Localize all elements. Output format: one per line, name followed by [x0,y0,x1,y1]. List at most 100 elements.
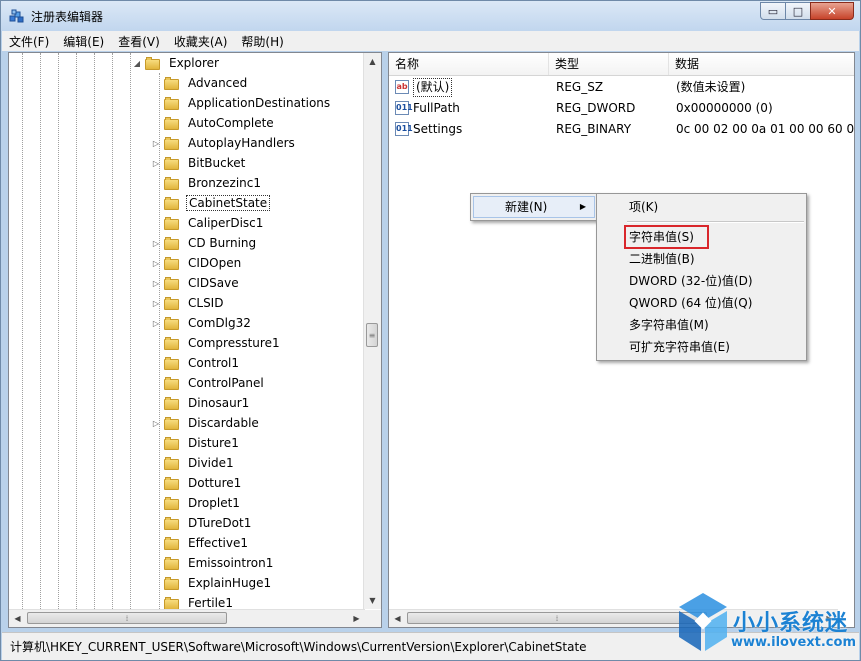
expand-arrow-icon[interactable]: ▷ [152,239,160,248]
menu-view[interactable]: 查看(V) [111,31,167,51]
regedit-app-icon [9,9,24,23]
tree-item[interactable]: Divide1 [152,453,236,473]
scroll-left-arrow-icon[interactable]: ◀ [9,610,26,627]
status-path: 计算机\HKEY_CURRENT_USER\Software\Microsoft… [10,640,587,654]
tree-item[interactable]: Effective1 [152,533,250,553]
menu-help[interactable]: 帮助(H) [234,31,290,51]
tree-item[interactable]: ▷ CD Burning [152,233,258,253]
folder-icon [164,176,180,190]
value-type: REG_SZ [556,80,604,94]
context-menu-new[interactable]: 新建(N) ▶ [473,196,595,218]
value-row-default[interactable]: ab (默认) REG_SZ (数值未设置) [389,77,854,98]
tree-item-label: Dinosaur1 [188,396,250,410]
tree-item-label: ComDlg32 [188,316,251,330]
scroll-right-arrow-icon[interactable]: ▶ [348,610,365,627]
tree-item[interactable]: Compressture1 [152,333,282,353]
tree-item[interactable]: ▷ CIDSave [152,273,241,293]
value-data: (数值未设置) [676,80,746,94]
menu-favorites[interactable]: 收藏夹(A) [167,31,235,51]
tree-item-label: Disture1 [188,436,239,450]
collapse-arrow-icon[interactable]: ◢ [133,59,141,68]
folder-icon [164,516,180,530]
title-bar[interactable]: 注册表编辑器 ▭ □ ✕ [1,1,860,31]
tree-item[interactable]: AutoComplete [152,113,276,133]
column-header-type[interactable]: 类型 [549,53,669,75]
column-header-name[interactable]: 名称 [389,53,549,75]
column-header-data[interactable]: 数据 [669,53,854,75]
scroll-thumb[interactable]: ⁞ [27,612,227,624]
folder-icon [164,136,180,150]
submenu-item-dword-value[interactable]: DWORD (32-位)值(D) [629,270,753,292]
value-row-fullpath[interactable]: 011 FullPath REG_DWORD 0x00000000 (0) [389,98,854,119]
tree-item[interactable]: CabinetState [152,193,271,213]
tree-item[interactable]: Disture1 [152,433,241,453]
value-name: (默认) [413,78,453,97]
expand-arrow-icon[interactable]: ▷ [152,299,160,308]
scroll-up-arrow-icon[interactable]: ▲ [364,53,381,70]
tree-item[interactable]: ▷ CIDOpen [152,253,243,273]
tree-item[interactable]: Droplet1 [152,493,242,513]
tree-item[interactable]: ExplainHuge1 [152,573,273,593]
folder-icon [164,196,180,210]
maximize-button[interactable]: □ [785,2,811,20]
folder-icon [164,556,180,570]
expand-arrow-icon[interactable]: ▷ [152,139,160,148]
scroll-left-arrow-icon[interactable]: ◀ [389,610,406,627]
tree-item[interactable]: ControlPanel [152,373,266,393]
key-tree-pane[interactable]: ◢ Explorer Advanced ApplicationDestinatio… [8,52,382,628]
tree-horizontal-scrollbar[interactable]: ◀ ⁞ ▶ [9,609,365,627]
menu-file[interactable]: 文件(F) [2,31,56,51]
tree-item[interactable]: ▷ Discardable [152,413,261,433]
tree-guide-line [130,53,131,609]
tree-item-label: Bronzezinc1 [188,176,262,190]
folder-icon [164,336,180,350]
tree-item[interactable]: Advanced [152,73,249,93]
tree-item-label: Droplet1 [188,496,240,510]
expand-arrow-icon[interactable]: ▷ [152,259,160,268]
tree-item[interactable]: ApplicationDestinations [152,93,332,113]
submenu-item-expandable-string-value[interactable]: 可扩充字符串值(E) [629,336,730,358]
maximize-icon: □ [792,4,804,18]
submenu-item-qword-value[interactable]: QWORD (64 位)值(Q) [629,292,752,314]
minimize-button[interactable]: ▭ [760,2,786,20]
tree-item[interactable]: Bronzezinc1 [152,173,263,193]
tree-item-label: Compressture1 [188,336,280,350]
tree-item[interactable]: ▷ CLSID [152,293,225,313]
new-submenu: 项(K) 字符串值(S) 二进制值(B) DWORD (32-位)值(D) QW… [596,193,807,361]
folder-icon [164,436,180,450]
tree-item[interactable]: Dotture1 [152,473,243,493]
expand-arrow-icon[interactable]: ▷ [152,159,160,168]
value-data: 0x00000000 (0) [676,101,773,115]
expand-arrow-icon[interactable]: ▷ [152,419,160,428]
tree-guide-line [112,53,113,609]
tree-item-label: Dotture1 [188,476,242,490]
tree-vertical-scrollbar[interactable]: ▲ ≡ ▼ [363,53,381,609]
list-header: 名称 类型 数据 [389,53,854,76]
tree-item[interactable]: Emissointron1 [152,553,275,573]
close-button[interactable]: ✕ [810,2,854,20]
tree-item[interactable]: DTureDot1 [152,513,253,533]
scroll-down-arrow-icon[interactable]: ▼ [364,592,381,609]
tree-item-label: DTureDot1 [188,516,252,530]
value-row-settings[interactable]: 011 Settings REG_BINARY 0c 00 02 00 0a 0… [389,119,854,140]
scroll-thumb[interactable]: ⁞ [407,612,707,624]
submenu-item-binary-value[interactable]: 二进制值(B) [629,248,695,270]
expand-arrow-icon[interactable]: ▷ [152,279,160,288]
window-controls: ▭ □ ✕ [760,2,854,20]
tree-item[interactable]: Dinosaur1 [152,393,251,413]
tree-item-label: Explorer [169,56,219,70]
tree-item[interactable]: ▷ ComDlg32 [152,313,253,333]
expand-arrow-icon[interactable]: ▷ [152,319,160,328]
tree-item[interactable]: ▷ AutoplayHandlers [152,133,297,153]
submenu-item-multi-string-value[interactable]: 多字符串值(M) [629,314,709,336]
scroll-thumb[interactable]: ≡ [366,323,378,347]
tree-item-label: ExplainHuge1 [188,576,272,590]
menu-edit[interactable]: 编辑(E) [56,31,111,51]
tree-item[interactable]: ▷ BitBucket [152,153,247,173]
tree-item-explorer[interactable]: ◢ Explorer [133,53,221,73]
submenu-item-key[interactable]: 项(K) [629,196,658,218]
tree-item-label: ApplicationDestinations [188,96,331,110]
tree-item[interactable]: Control1 [152,353,241,373]
tree-item[interactable]: CaliperDisc1 [152,213,265,233]
value-name: FullPath [413,101,460,115]
